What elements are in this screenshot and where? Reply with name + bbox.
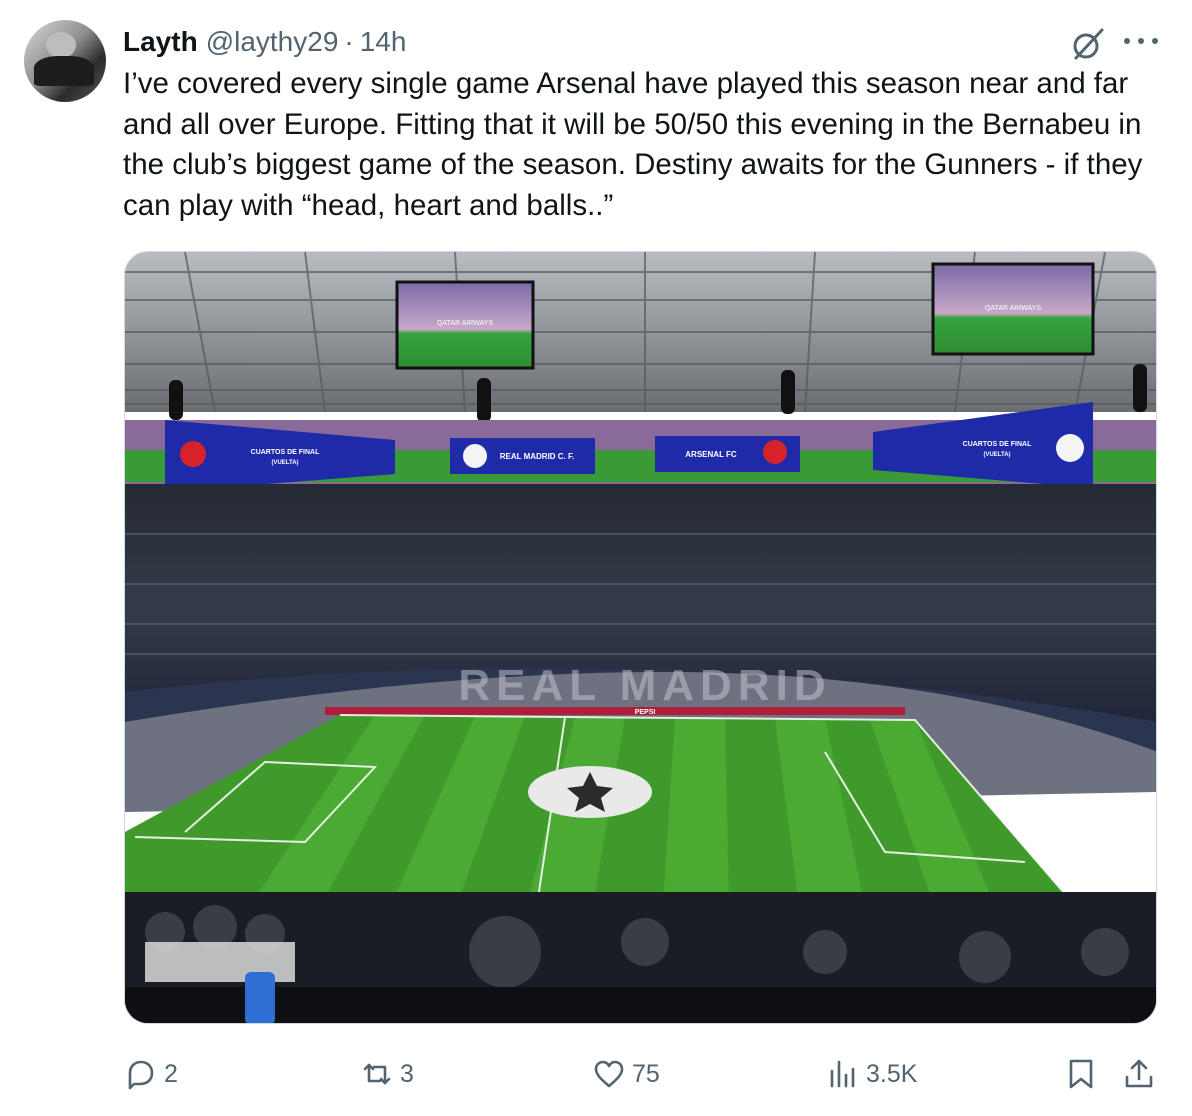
repost-button[interactable]: 3 [360, 1056, 414, 1092]
action-bar: 2 3 75 3.5K [0, 1050, 1192, 1098]
stadium-photo: QATAR AIRWAYS QATAR AIRWAYS CUARTOS DE F… [125, 252, 1156, 1023]
reply-button[interactable]: 2 [124, 1056, 178, 1092]
tweet: Layth @laythy29 · 14h I’ve covered every… [0, 0, 1192, 1116]
author-name[interactable]: Layth [123, 26, 198, 58]
reply-icon [128, 1060, 154, 1090]
like-button[interactable]: 75 [592, 1056, 660, 1092]
timestamp[interactable]: 14h [360, 26, 407, 58]
author-handle[interactable]: @laythy29 [206, 26, 339, 58]
repost-count: 3 [400, 1059, 414, 1088]
bookmark-icon [1069, 1059, 1093, 1089]
banner-left-text: CUARTOS DE FINAL [251, 449, 320, 456]
separator-dot: · [344, 26, 354, 57]
tweet-photo[interactable]: QATAR AIRWAYS QATAR AIRWAYS CUARTOS DE F… [124, 251, 1157, 1024]
screen-ad-left: QATAR AIRWAYS [437, 320, 493, 327]
banner-real: REAL MADRID C. F. [500, 452, 575, 461]
like-count: 75 [632, 1059, 660, 1088]
reply-count: 2 [164, 1059, 178, 1088]
banner-right-sub: (VUELTA) [983, 452, 1010, 458]
grok-icon[interactable] [1068, 24, 1108, 64]
repost-icon [363, 1063, 391, 1085]
banner-right-text: CUARTOS DE FINAL [963, 441, 1032, 448]
banner-arsenal: ARSENAL FC [685, 450, 737, 459]
avatar[interactable] [24, 20, 106, 102]
views-count: 3.5K [866, 1059, 918, 1088]
screen-ad-right: QATAR AIRWAYS [985, 305, 1041, 312]
board-pepsi: PEPSI [635, 709, 656, 716]
bookmark-button[interactable] [1064, 1056, 1098, 1092]
more-icon[interactable] [1124, 38, 1158, 48]
like-icon [594, 1060, 624, 1088]
tweet-text: I’ve covered every single game Arsenal h… [123, 67, 1143, 222]
views-icon [830, 1060, 855, 1088]
stand-text: REAL MADRID [458, 661, 831, 710]
views-button[interactable]: 3.5K [826, 1056, 917, 1092]
tweet-header: Layth @laythy29 · 14h [123, 22, 406, 62]
share-button[interactable] [1122, 1056, 1156, 1092]
banner-left-sub: (VUELTA) [271, 460, 298, 466]
share-icon [1125, 1059, 1153, 1088]
